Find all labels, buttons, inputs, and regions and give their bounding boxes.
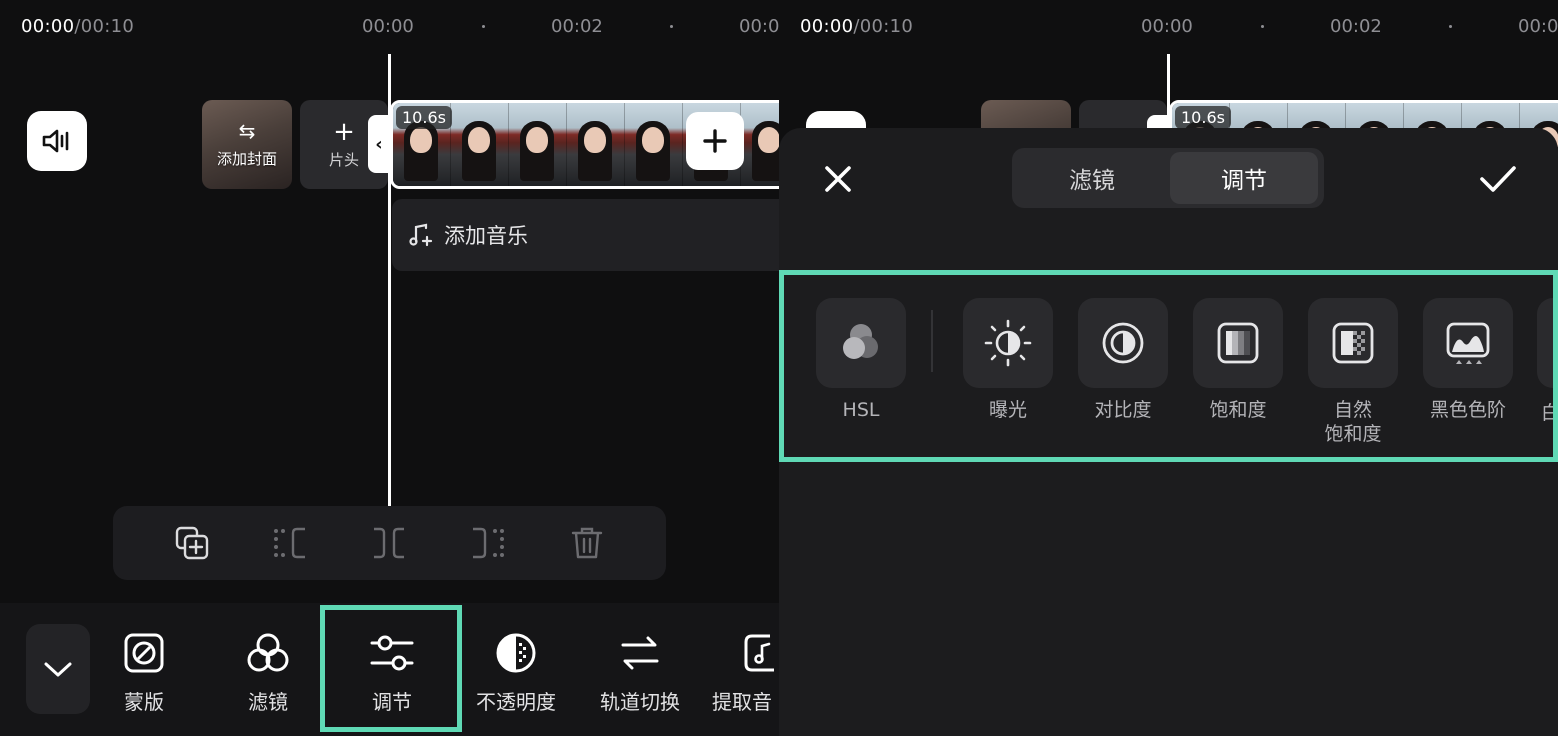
trim-start-button[interactable] [271, 524, 309, 562]
tab-switcher: 滤镜 调节 [1012, 148, 1324, 208]
chevron-down-icon [44, 662, 72, 677]
ruler-mark: 00:0 [1518, 16, 1558, 37]
add-music-label: 添加音乐 [444, 224, 528, 248]
copy-icon [175, 526, 209, 560]
clip-frame [625, 103, 683, 186]
clip-duration-badge: 10.6s [1175, 106, 1231, 129]
trim-end-button[interactable] [469, 524, 507, 562]
add-cover-button[interactable]: ⇆ 添加封面 [202, 100, 292, 189]
plus-icon [703, 129, 727, 153]
track-switch-icon [621, 636, 659, 670]
playhead[interactable] [1167, 54, 1170, 134]
add-music-track[interactable]: 添加音乐 [392, 199, 779, 271]
extract-audio-icon [744, 634, 774, 672]
ruler-mark: 00:00 [362, 16, 414, 37]
swap-icon: ⇆ [238, 119, 256, 143]
ruler-mark: 00:02 [551, 16, 603, 37]
tool-track-switch[interactable]: 轨道切换 [590, 630, 690, 715]
speaker-icon [42, 129, 69, 153]
tool-label: 蒙版 [124, 690, 164, 714]
clip-duration-badge: 10.6s [396, 106, 452, 129]
mute-audio-button[interactable] [27, 111, 87, 171]
tab-adjust[interactable]: 调节 [1170, 152, 1318, 204]
trash-icon [571, 527, 603, 559]
tool-extract-audio[interactable]: 提取音 [712, 630, 779, 715]
confirm-button[interactable] [1477, 160, 1519, 198]
current-time: 00:00 [800, 16, 854, 37]
ruler-dot [1449, 25, 1452, 28]
split-icon [374, 527, 404, 559]
total-time: /00:10 [853, 16, 914, 37]
tool-label: 不透明度 [476, 690, 556, 714]
total-time: /00:10 [74, 16, 135, 37]
music-note-icon [409, 223, 433, 247]
tool-mask[interactable]: 蒙版 [94, 630, 194, 715]
intro-label: 片头 [328, 151, 359, 169]
adjust-options-highlight-frame [779, 270, 1558, 462]
tool-label: 提取音 [712, 690, 772, 714]
ruler-mark: 00:0 [739, 16, 779, 37]
add-cover-label: 添加封面 [216, 150, 277, 168]
timecode: 00:00/00:10 [800, 16, 913, 37]
ruler-dot [482, 25, 485, 28]
clip-frame [741, 103, 779, 186]
split-right-icon [473, 527, 504, 559]
clip-frame [509, 103, 567, 186]
clip-edit-toolbar [113, 506, 666, 580]
ruler-mark: 00:00 [1141, 16, 1193, 37]
mask-icon [124, 633, 164, 673]
clip-frame [567, 103, 625, 186]
close-icon [825, 166, 851, 192]
ruler-dot [1261, 25, 1264, 28]
playhead[interactable] [388, 54, 391, 506]
add-clip-button[interactable] [686, 112, 744, 170]
adjust-panel: 00:00/00:10 00:00 00:02 00:0 10.6s 滤镜 调节 [779, 0, 1558, 736]
tool-opacity[interactable]: 不透明度 [466, 630, 566, 715]
split-left-icon [274, 527, 305, 559]
split-button[interactable] [370, 524, 408, 562]
current-time: 00:00 [21, 16, 75, 37]
collapse-button[interactable] [26, 624, 90, 714]
filter-icon [247, 633, 289, 672]
timeline-panel: 00:00/00:10 00:00 00:02 00:0 ⇆ 添加封面 + 片头… [0, 0, 779, 736]
trim-handle-left[interactable]: ‹ [368, 115, 390, 173]
adjust-highlight-frame [320, 605, 462, 732]
plus-icon: + [333, 117, 355, 147]
clip-frame [451, 103, 509, 186]
timecode: 00:00/00:10 [21, 16, 134, 37]
opacity-icon [496, 633, 536, 673]
ruler-dot [670, 25, 673, 28]
delete-button[interactable] [568, 524, 606, 562]
tool-label: 滤镜 [248, 690, 288, 714]
ruler-mark: 00:02 [1330, 16, 1382, 37]
tool-label: 轨道切换 [600, 690, 680, 714]
tool-filter[interactable]: 滤镜 [218, 630, 318, 715]
duplicate-button[interactable] [173, 524, 211, 562]
close-button[interactable] [819, 160, 857, 198]
tab-filter[interactable]: 滤镜 [1018, 152, 1166, 204]
checkmark-icon [1480, 166, 1516, 192]
